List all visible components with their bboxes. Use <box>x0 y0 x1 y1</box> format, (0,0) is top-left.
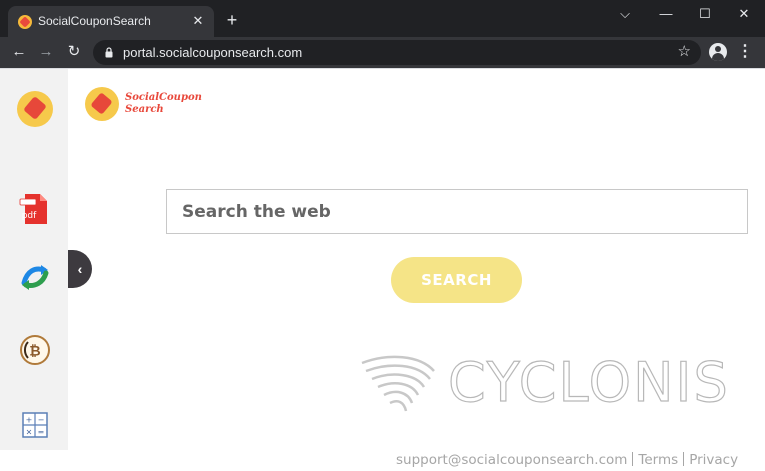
pdf-label: pdf <box>22 211 37 221</box>
browser-menu-icon[interactable]: ⋮ <box>737 42 753 62</box>
tab-title: SocialCouponSearch <box>38 14 151 28</box>
terms-link[interactable]: Terms <box>638 452 678 468</box>
cyclonis-watermark-text: CYCLONIS <box>447 350 730 414</box>
bitcoin-icon[interactable]: ₿ <box>17 332 53 368</box>
svg-text:×: × <box>26 428 33 437</box>
search-button[interactable]: SEARCH <box>391 257 522 303</box>
svg-text:=: = <box>38 428 45 437</box>
svg-text:−: − <box>38 416 45 425</box>
footer: support@socialcouponsearch.com Terms Priva… <box>396 452 738 470</box>
sidebar: pdf ₿ + − × = <box>0 69 68 450</box>
browser-tab[interactable]: SocialCouponSearch ✕ <box>8 6 214 37</box>
new-tab-button[interactable]: + <box>222 10 242 30</box>
bookmark-star-icon[interactable]: ☆ <box>678 43 691 61</box>
brand-name-line2: Search <box>125 104 164 115</box>
tab-strip: SocialCouponSearch ✕ + ⌵ — ☐ ✕ <box>0 0 765 37</box>
forward-button[interactable]: → <box>35 41 57 63</box>
page-content: pdf ₿ + − × = ‹ SocialCoupon Search Sear… <box>0 68 765 471</box>
browser-toolbar: ← → ↻ portal.socialcouponsearch.com ☆ ⋮ <box>0 37 765 68</box>
profile-avatar-icon[interactable] <box>709 43 727 61</box>
cyclonis-watermark: CYCLONIS <box>358 349 728 419</box>
svg-text:₿: ₿ <box>29 344 40 360</box>
search-box <box>166 189 748 234</box>
minimize-button[interactable]: — <box>647 0 685 28</box>
brand-logo[interactable]: SocialCoupon Search <box>85 87 215 125</box>
converter-arrows-icon[interactable] <box>17 259 53 295</box>
cyclonis-swirl-logo-icon <box>361 355 435 412</box>
search-input[interactable] <box>167 190 747 233</box>
footer-divider <box>683 452 685 466</box>
maximize-button[interactable]: ☐ <box>686 0 724 28</box>
site-favicon-icon <box>18 15 32 29</box>
support-email-link[interactable]: support@socialcouponsearch.com <box>396 452 627 468</box>
social-coupon-search-logo-icon[interactable] <box>17 91 53 127</box>
pdf-icon[interactable]: pdf <box>17 191 53 227</box>
sidebar-collapse-button[interactable]: ‹ <box>68 250 92 288</box>
brand-name: SocialCoupon Search <box>125 92 205 116</box>
svg-text:+: + <box>26 416 33 425</box>
reload-button[interactable]: ↻ <box>63 41 85 63</box>
tab-search-chevron-icon[interactable]: ⌵ <box>606 0 644 28</box>
address-bar[interactable]: portal.socialcouponsearch.com ☆ <box>93 40 701 65</box>
close-window-button[interactable]: ✕ <box>725 0 763 28</box>
lock-icon <box>105 47 113 58</box>
brand-name-line1: SocialCoupon <box>125 92 202 103</box>
privacy-link[interactable]: Privacy <box>689 452 738 468</box>
url-text: portal.socialcouponsearch.com <box>123 45 303 60</box>
footer-divider <box>632 452 634 466</box>
back-button[interactable]: ← <box>8 41 30 63</box>
tab-close-icon[interactable]: ✕ <box>190 13 206 29</box>
coupon-tag-logo-icon <box>85 87 119 121</box>
calculator-icon[interactable]: + − × = <box>17 407 53 443</box>
